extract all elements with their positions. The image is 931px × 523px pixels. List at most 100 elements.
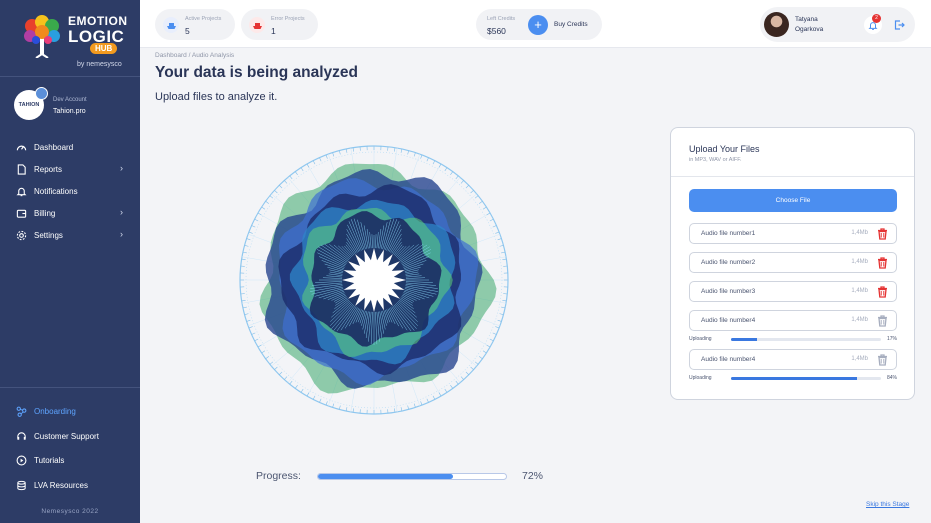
file-row: Audio file number4 1,4Mb [689, 349, 897, 370]
gear-icon [15, 229, 27, 241]
account-label: Dev Account [53, 97, 87, 103]
progress-bar-fill [318, 474, 454, 479]
file-row: Audio file number2 1,4Mb [689, 252, 897, 273]
sidebar-item-lva-resources[interactable]: LVA Resources [15, 477, 127, 493]
progress-bar [317, 473, 507, 480]
error-projects-stat[interactable]: Error Projects 1 [241, 9, 318, 40]
user-last-name: Ogarkova [795, 26, 824, 33]
sidebar-item-reports[interactable]: Reports › [15, 161, 127, 177]
sidebar-item-settings[interactable]: Settings › [15, 227, 127, 243]
progress-percent: 72% [522, 470, 544, 482]
file-name: Audio file number2 [701, 259, 756, 266]
avatar[interactable] [764, 12, 789, 37]
upload-progress-fill [731, 377, 857, 380]
file-size: 1,4Mb [851, 356, 868, 362]
sidebar-item-label: LVA Resources [34, 480, 88, 490]
chevron-right-icon: › [120, 207, 123, 217]
sidebar-item-tutorials[interactable]: Tutorials [15, 452, 127, 468]
upload-panel: Upload Your Files in MP3, WAV or AIFF. C… [670, 127, 915, 400]
onboarding-icon [15, 405, 27, 417]
headset-icon [15, 430, 27, 442]
file-icon [15, 163, 27, 175]
panel-divider [671, 176, 914, 177]
upload-subtitle: in MP3, WAV or AIFF. [689, 157, 742, 163]
page-title: Your data is being analyzed [155, 64, 358, 81]
upload-progress-bar [731, 377, 881, 380]
top-bar: Active Projects 5 Error Projects 1 Left … [140, 0, 931, 48]
credits-label: Left Credits [487, 16, 516, 22]
logout-icon[interactable] [891, 17, 907, 33]
bell-icon [15, 185, 27, 197]
user-menu[interactable]: Tatyana Ogarkova 2 [760, 7, 915, 42]
active-projects-stat[interactable]: Active Projects 5 [155, 9, 235, 40]
sidebar-item-label: Tutorials [34, 455, 65, 465]
stat-value: 1 [271, 26, 276, 36]
stat-value: 5 [185, 26, 190, 36]
brand-line1: EMOTION [68, 14, 128, 28]
file-row: Audio file number3 1,4Mb [689, 281, 897, 302]
stat-label: Error Projects [271, 16, 305, 22]
brand-hub-badge: HUB [90, 43, 118, 54]
brand-logo[interactable]: EMOTION LOGIC HUB by nemesysco [22, 12, 127, 74]
tree-logo-icon [24, 15, 60, 58]
ship-icon [249, 17, 265, 33]
upload-progress-percent: 17% [887, 336, 898, 342]
trash-icon[interactable] [877, 257, 888, 269]
file-row: Audio file number4 1,4Mb [689, 310, 897, 331]
trash-icon[interactable] [877, 286, 888, 298]
sidebar-divider [0, 387, 140, 388]
choose-file-button[interactable]: Choose File [689, 189, 897, 212]
sidebar-item-label: Notifications [34, 186, 78, 196]
brand-by: by nemesysco [77, 61, 122, 68]
buy-credits-label[interactable]: Buy Credits [554, 21, 588, 28]
sidebar-item-label: Reports [34, 164, 63, 174]
sidebar-item-notifications[interactable]: Notifications [15, 183, 127, 199]
upload-title: Upload Your Files [689, 144, 760, 154]
notification-badge: 2 [872, 14, 881, 23]
trash-icon [878, 315, 887, 327]
audio-analysis-visualization [239, 145, 509, 415]
sidebar-item-dashboard[interactable]: Dashboard [15, 139, 127, 155]
file-size: 1,4Mb [851, 288, 868, 294]
breadcrumb[interactable]: Dashboard / Audio Analysis [155, 52, 234, 59]
file-name: Audio file number3 [701, 288, 756, 295]
upload-progress-fill [731, 338, 757, 341]
skip-stage-link[interactable]: Skip this Stage [866, 501, 909, 508]
sidebar-footer: Nemesysco 2022 [41, 508, 99, 515]
uploading-label: Uploading [689, 375, 712, 381]
file-size: 1,4Mb [851, 259, 868, 265]
speedometer-icon [15, 141, 27, 153]
uploading-label: Uploading [689, 336, 712, 342]
sidebar-item-customer-support[interactable]: Customer Support [15, 428, 127, 444]
sidebar: EMOTION LOGIC HUB by nemesysco TAHION De… [0, 0, 140, 523]
trash-icon[interactable] [877, 228, 888, 240]
database-icon [15, 479, 27, 491]
sidebar-item-onboarding[interactable]: Onboarding [15, 403, 127, 419]
sidebar-item-label: Customer Support [34, 431, 99, 441]
chevron-right-icon: › [120, 163, 123, 173]
file-name: Audio file number4 [701, 317, 756, 324]
buy-credits-button[interactable]: + [528, 15, 548, 35]
file-row: Audio file number1 1,4Mb [689, 223, 897, 244]
credits-value: $560 [487, 26, 506, 36]
user-first-name: Tatyana [795, 16, 818, 23]
page-subtitle: Upload files to analyze it. [155, 91, 278, 103]
sidebar-item-label: Settings [34, 230, 63, 240]
wallet-icon [15, 207, 27, 219]
play-icon [15, 454, 27, 466]
chevron-right-icon: › [120, 229, 123, 239]
file-size: 1,4Mb [851, 317, 868, 323]
sidebar-item-label: Onboarding [34, 406, 76, 416]
ship-icon [163, 17, 179, 33]
account-switcher[interactable]: TAHION Dev Account Tahion.pro [14, 87, 134, 122]
sidebar-item-label: Dashboard [34, 142, 74, 152]
upload-progress-bar [731, 338, 881, 341]
upload-progress-percent: 84% [887, 375, 898, 381]
file-name: Audio file number1 [701, 230, 756, 237]
stat-label: Active Projects [185, 16, 222, 22]
sidebar-item-billing[interactable]: Billing › [15, 205, 127, 221]
file-name: Audio file number4 [701, 356, 756, 363]
file-size: 1,4Mb [851, 230, 868, 236]
progress-label: Progress: [256, 470, 301, 482]
trash-icon [878, 354, 887, 366]
